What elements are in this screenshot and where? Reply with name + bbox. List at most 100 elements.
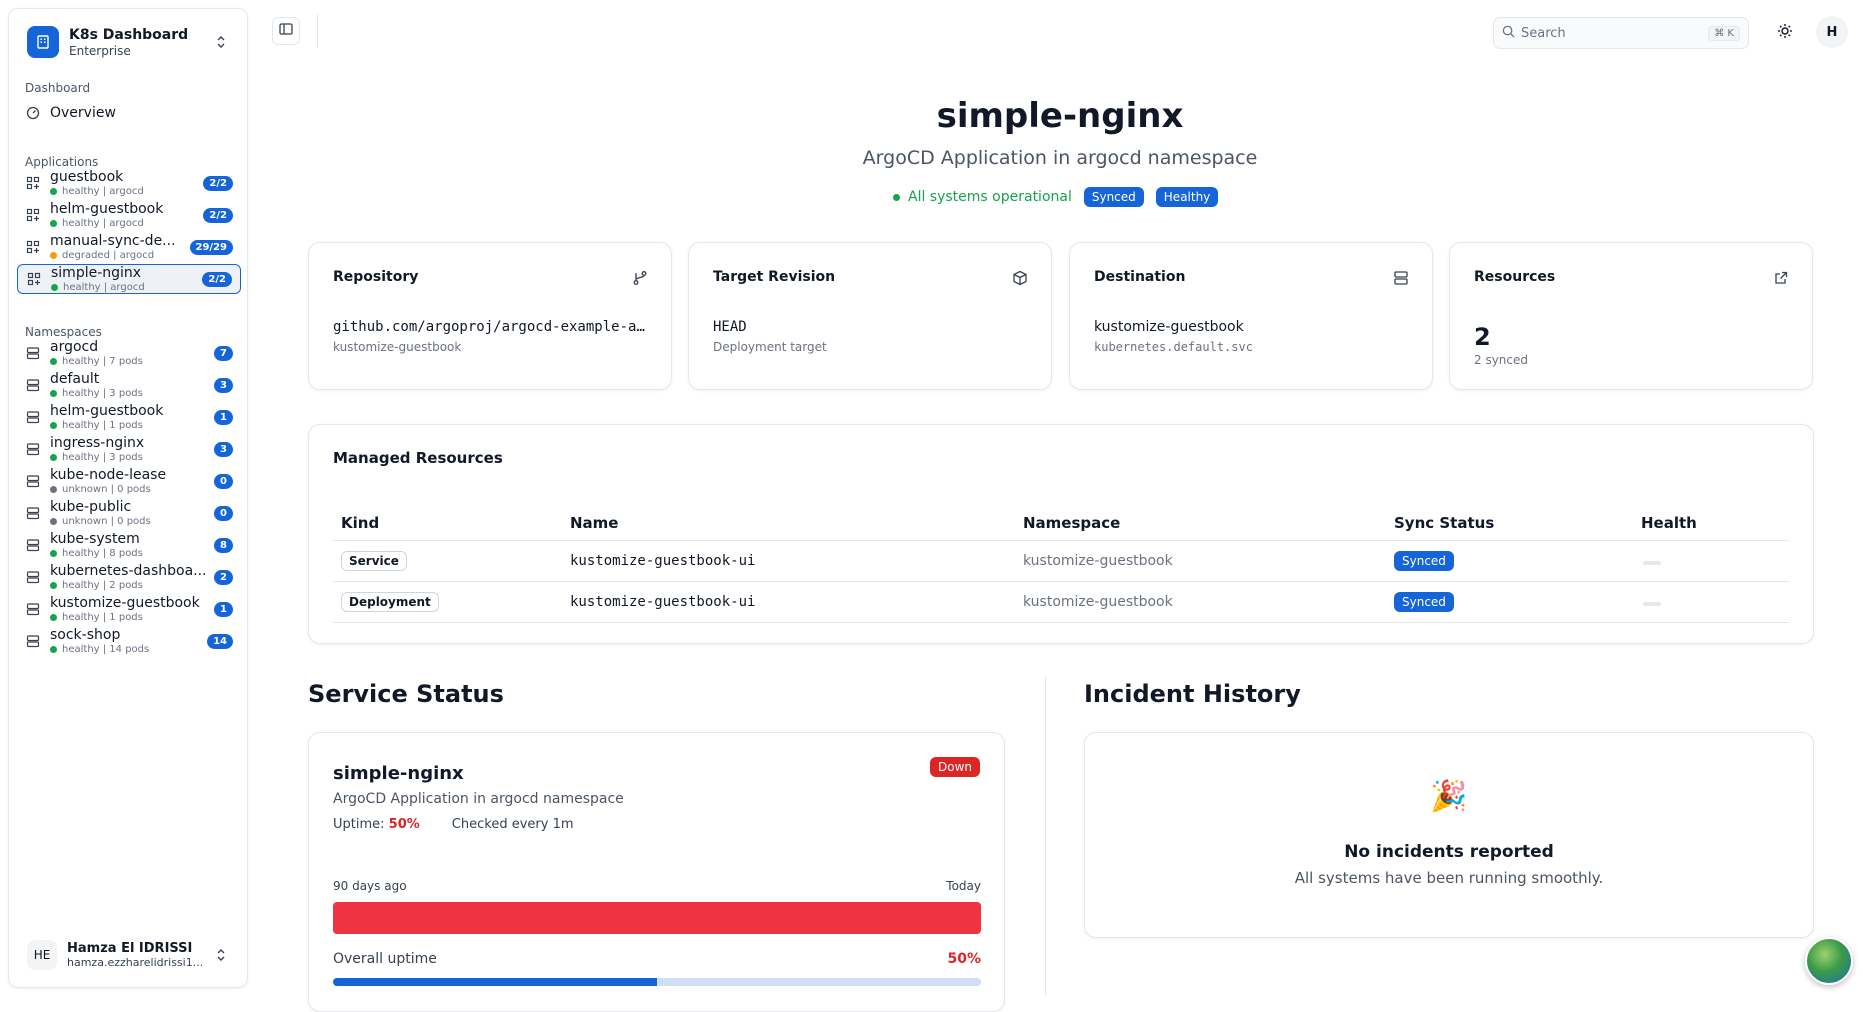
resources-card: Resources 2 2 synced — [1449, 242, 1813, 390]
revision-sub: Deployment target — [713, 340, 827, 354]
sidebar-item-namespaces[interactable]: sock-shop healthy | 14 pods 14 — [17, 626, 241, 656]
panel-left-icon — [278, 21, 294, 41]
service-name: simple-nginx — [333, 763, 464, 784]
uptime-value: 50% — [388, 817, 420, 832]
check-interval: Checked every 1m — [451, 817, 574, 832]
status-badge: Synced — [1083, 187, 1144, 207]
health-indicator — [1643, 602, 1661, 606]
team-switcher[interactable]: K8s Dashboard Enterprise — [19, 19, 237, 65]
status-dot — [50, 188, 57, 195]
sidebar-item-label: kustomize-guestbook — [50, 595, 200, 611]
table-row[interactable]: Deployment kustomize-guestbook-ui kustomiz… — [333, 582, 1789, 623]
managed-resources-panel: Managed Resources Kind Name Namespace Sy… — [308, 424, 1814, 644]
theme-toggle-button[interactable] — [1770, 18, 1800, 48]
sidebar-item-namespaces[interactable]: kubernetes-dashboa... healthy | 2 pods 2 — [17, 562, 241, 592]
destination-card: Destination kustomize-guestbook kubernet… — [1069, 242, 1433, 390]
sidebar-item-applications[interactable]: simple-nginx healthy | argocd 2/2 — [17, 264, 241, 294]
sidebar-item-status: healthy | 3 pods — [50, 388, 210, 399]
status-dot — [893, 193, 900, 201]
status-dot — [50, 646, 57, 653]
server-icon — [25, 569, 41, 585]
section-dashboard: Dashboard — [25, 81, 91, 95]
status-text: healthy | 2 pods — [62, 580, 143, 591]
layout-grid-icon — [25, 239, 41, 255]
status-dot — [50, 252, 57, 259]
server-icon — [25, 537, 41, 553]
git-branch-icon — [631, 269, 649, 287]
building-icon — [27, 26, 59, 58]
column-header: Health — [1641, 513, 1697, 532]
sidebar-item-status: healthy | 8 pods — [50, 548, 210, 559]
sidebar-item-status: unknown | 0 pods — [50, 516, 210, 527]
sidebar-item-label: helm-guestbook — [50, 403, 164, 419]
health-indicator — [1643, 561, 1661, 565]
status-dot — [50, 614, 57, 621]
sidebar-item-label: kube-system — [50, 531, 140, 547]
sync-badge: Synced — [1394, 551, 1454, 571]
sidebar-item-applications[interactable]: guestbook healthy | argocd 2/2 — [17, 168, 241, 198]
repository-card: Repository github.com/argoproj/argocd-ex… — [308, 242, 672, 390]
sync-badge: Synced — [1394, 592, 1454, 612]
column-header: Namespace — [1023, 513, 1121, 532]
assistant-avatar-button[interactable] — [1805, 937, 1853, 985]
sidebar-item-applications[interactable]: helm-guestbook healthy | argocd 2/2 — [17, 200, 241, 230]
service-status-heading: Service Status — [308, 680, 504, 708]
sidebar-item-status: healthy | 7 pods — [50, 356, 210, 367]
sidebar-item-label: kubernetes-dashboa... — [50, 563, 207, 579]
service-status-card: simple-nginx Down ArgoCD Application in … — [308, 732, 1005, 1012]
sidebar-item-namespaces[interactable]: kustomize-guestbook healthy | 1 pods 1 — [17, 594, 241, 624]
status-text: healthy | 1 pods — [62, 420, 143, 431]
external-link-icon[interactable] — [1772, 269, 1790, 287]
sidebar-item-namespaces[interactable]: kube-system healthy | 8 pods 8 — [17, 530, 241, 560]
column-header: Sync Status — [1394, 513, 1495, 532]
status-text: degraded | argocd — [62, 250, 155, 261]
sidebar-item-namespaces[interactable]: kube-public unknown | 0 pods 0 — [17, 498, 241, 528]
user-menu[interactable]: HE Hamza El IDRISSI hamza.ezzharelidriss… — [19, 933, 237, 977]
status-badge: Healthy — [1155, 187, 1219, 207]
card-title: Resources — [1474, 269, 1556, 285]
count-badge: 0 — [214, 473, 233, 489]
status-text: healthy | 7 pods — [62, 356, 143, 367]
section-namespaces: Namespaces — [25, 325, 102, 339]
column-header: Name — [570, 513, 619, 532]
incident-subtitle: All systems have been running smoothly. — [1294, 869, 1604, 887]
status-text: unknown | 0 pods — [62, 484, 151, 495]
layout-grid-icon — [26, 271, 42, 287]
overall-value: 50% — [947, 951, 981, 967]
destination-server: kubernetes.default.svc — [1094, 340, 1253, 354]
sidebar-toggle-button[interactable] — [272, 17, 300, 45]
sidebar-item-namespaces[interactable]: kube-node-lease unknown | 0 pods 0 — [17, 466, 241, 496]
sidebar-item-namespaces[interactable]: helm-guestbook healthy | 1 pods 1 — [17, 402, 241, 432]
overall-uptime: Overall uptime 50% — [333, 951, 981, 967]
table-row[interactable]: Service kustomize-guestbook-ui kustomize-g… — [333, 541, 1789, 582]
sidebar-item-label: argocd — [50, 339, 99, 355]
server-icon — [25, 409, 41, 425]
status-dot — [50, 486, 57, 493]
chevrons-up-down-icon — [213, 34, 229, 50]
incident-card: 🎉 No incidents reported All systems have… — [1084, 732, 1814, 938]
sidebar-item-namespaces[interactable]: default healthy | 3 pods 3 — [17, 370, 241, 400]
sidebar-item-applications[interactable]: manual-sync-de... degraded | argocd 29/29 — [17, 232, 241, 262]
count-badge: 14 — [207, 633, 233, 649]
repository-path: kustomize-guestbook — [333, 340, 462, 354]
revision-card: Target Revision HEAD Deployment target — [688, 242, 1052, 390]
status-row: All systems operational Synced Healthy — [893, 187, 1219, 207]
card-title: Repository — [333, 269, 419, 285]
sidebar-item-status: healthy | 14 pods — [50, 644, 203, 655]
sidebar-item-label: simple-nginx — [51, 265, 142, 281]
resource-name: kustomize-guestbook-ui — [570, 594, 756, 610]
sidebar-item-namespaces[interactable]: argocd healthy | 7 pods 7 — [17, 338, 241, 368]
sidebar-item-namespaces[interactable]: ingress-nginx healthy | 3 pods 3 — [17, 434, 241, 464]
kind-badge: Service — [341, 551, 407, 571]
status-text: healthy | argocd — [63, 282, 145, 293]
count-badge: 2/2 — [202, 271, 232, 287]
resource-name: kustomize-guestbook-ui — [570, 553, 756, 569]
count-badge: 1 — [214, 601, 233, 617]
search-input[interactable]: Search ⌘ K — [1493, 17, 1749, 49]
layout-grid-icon — [25, 175, 41, 191]
server-icon — [1392, 269, 1410, 287]
page-title: simple-nginx — [936, 96, 1184, 136]
resources-sub: 2 synced — [1474, 353, 1529, 367]
avatar[interactable]: H — [1816, 16, 1848, 48]
table-header: Kind Name Namespace Sync Status Health — [333, 505, 1789, 541]
